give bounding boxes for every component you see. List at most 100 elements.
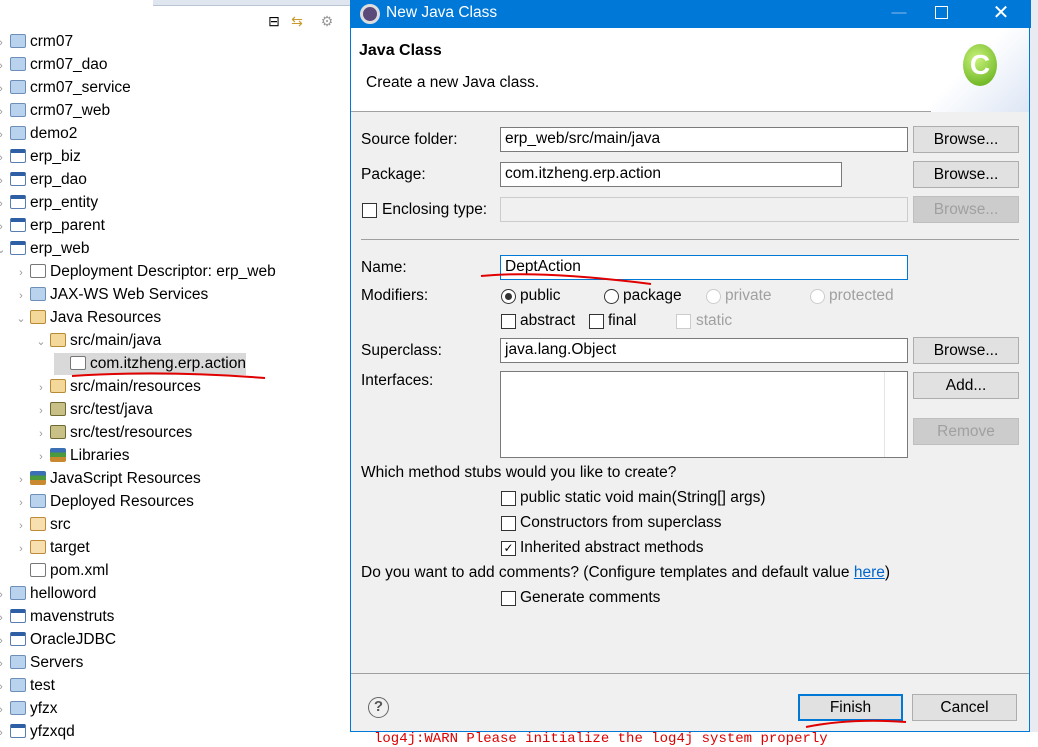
tree-item[interactable]: › crm07_service: [0, 77, 131, 99]
tree-item[interactable]: › erp_biz: [0, 146, 81, 168]
constructors-stub-checkbox[interactable]: [501, 516, 516, 531]
main-stub-checkbox[interactable]: [501, 491, 516, 506]
chevron-right-icon[interactable]: ›: [14, 492, 28, 514]
tree-item[interactable]: ⌄ erp_web: [0, 238, 89, 260]
enclosing-type-input[interactable]: [500, 197, 908, 222]
tree-item[interactable]: › Libraries: [34, 445, 129, 467]
chevron-right-icon[interactable]: ›: [34, 400, 48, 422]
tree-item[interactable]: › src/test/java: [34, 399, 153, 421]
remove-interface-button[interactable]: Remove: [913, 418, 1019, 445]
interfaces-list[interactable]: [500, 371, 908, 458]
generate-comments-checkbox[interactable]: [501, 591, 516, 606]
chevron-right-icon[interactable]: ›: [0, 170, 8, 192]
chevron-down-icon[interactable]: ⌄: [0, 239, 8, 261]
source-folder-input[interactable]: erp_web/src/main/java: [500, 127, 908, 152]
chevron-right-icon[interactable]: ›: [0, 193, 8, 215]
chevron-right-icon[interactable]: ›: [34, 423, 48, 445]
enclosing-type-browse-button[interactable]: Browse...: [913, 196, 1019, 223]
chevron-right-icon[interactable]: ›: [0, 147, 8, 169]
tree-item[interactable]: › helloword: [0, 583, 96, 605]
tree-item[interactable]: › crm07_web: [0, 100, 110, 122]
add-interface-button[interactable]: Add...: [913, 372, 1019, 399]
private-radio[interactable]: [706, 289, 721, 304]
tree-item[interactable]: › demo2: [0, 123, 77, 145]
chevron-right-icon[interactable]: ›: [0, 55, 8, 77]
filter-icon[interactable]: ⚙: [318, 12, 336, 30]
tree-item[interactable]: › OracleJDBC: [0, 629, 116, 651]
tree-item[interactable]: › yfzx: [0, 698, 58, 720]
chevron-right-icon[interactable]: ›: [14, 538, 28, 560]
tree-item[interactable]: › erp_entity: [0, 192, 98, 214]
chevron-right-icon[interactable]: ›: [14, 285, 28, 307]
chevron-right-icon[interactable]: ›: [0, 124, 8, 146]
configure-templates-link[interactable]: here: [854, 564, 885, 581]
abstract-checkbox[interactable]: [501, 314, 516, 329]
superclass-browse-button[interactable]: Browse...: [913, 337, 1019, 364]
tree-item[interactable]: pom.xml: [14, 560, 109, 582]
chevron-right-icon[interactable]: ›: [0, 101, 8, 123]
close-button[interactable]: ✕: [981, 0, 1021, 28]
tree-item[interactable]: › crm07: [0, 31, 73, 53]
tree-item[interactable]: › JavaScript Resources: [14, 468, 201, 490]
final-checkbox[interactable]: [589, 314, 604, 329]
tree-item[interactable]: › crm07_dao: [0, 54, 108, 76]
chevron-down-icon[interactable]: ⌄: [14, 308, 28, 330]
tree-item[interactable]: › erp_dao: [0, 169, 87, 191]
collapse-all-icon[interactable]: ⊟: [265, 12, 283, 30]
chevron-right-icon[interactable]: ›: [0, 216, 8, 238]
chevron-down-icon[interactable]: ⌄: [34, 331, 48, 353]
chevron-right-icon[interactable]: ›: [0, 630, 8, 652]
private-label: private: [725, 287, 772, 304]
static-checkbox[interactable]: [676, 314, 691, 329]
package-input[interactable]: com.itzheng.erp.action: [500, 162, 842, 187]
superclass-input[interactable]: java.lang.Object: [500, 338, 908, 363]
chevron-right-icon[interactable]: ›: [14, 262, 28, 284]
tree-item-label: test: [30, 677, 55, 694]
protected-radio[interactable]: [810, 289, 825, 304]
enclosing-type-checkbox[interactable]: [362, 203, 377, 218]
chevron-right-icon[interactable]: ›: [0, 584, 8, 606]
deployed-resources-icon: [30, 494, 46, 508]
tree-item[interactable]: › Servers: [0, 652, 83, 674]
tree-item[interactable]: › yfzxqd: [0, 721, 75, 743]
chevron-right-icon[interactable]: ›: [0, 699, 8, 721]
tree-item[interactable]: › Deployment Descriptor: erp_web: [14, 261, 276, 283]
tree-item-label: crm07_web: [30, 102, 111, 119]
cancel-button[interactable]: Cancel: [912, 694, 1017, 721]
tree-item[interactable]: ⌄ Java Resources: [14, 307, 161, 329]
chevron-right-icon[interactable]: ›: [34, 446, 48, 468]
folder-project-icon: [10, 80, 26, 94]
chevron-right-icon[interactable]: ›: [0, 607, 8, 629]
chevron-right-icon[interactable]: ›: [0, 676, 8, 698]
maven-project-icon: [10, 149, 26, 163]
chevron-right-icon[interactable]: ›: [14, 515, 28, 537]
chevron-right-icon[interactable]: ›: [14, 469, 28, 491]
tree-item[interactable]: › test: [0, 675, 55, 697]
libraries-icon: [30, 471, 46, 485]
source-folder-browse-button[interactable]: Browse...: [913, 126, 1019, 153]
public-label: public: [520, 287, 561, 304]
chevron-right-icon[interactable]: ›: [0, 32, 8, 54]
tree-item[interactable]: › mavenstruts: [0, 606, 114, 628]
link-with-editor-icon[interactable]: ⇆: [288, 12, 306, 30]
chevron-right-icon[interactable]: ›: [34, 377, 48, 399]
package-radio[interactable]: [604, 289, 619, 304]
minimize-button[interactable]: —: [876, 0, 922, 28]
tree-item[interactable]: › erp_parent: [0, 215, 105, 237]
tree-item-label: JavaScript Resources: [50, 470, 201, 487]
public-radio[interactable]: [501, 289, 516, 304]
inherited-stub-checkbox[interactable]: ✓: [501, 541, 516, 556]
tree-item[interactable]: › target: [14, 537, 89, 560]
tree-item[interactable]: › src/test/resources: [34, 422, 192, 444]
finish-button[interactable]: Finish: [798, 694, 903, 721]
help-icon[interactable]: ?: [368, 697, 389, 718]
chevron-right-icon[interactable]: ›: [0, 653, 8, 675]
chevron-right-icon[interactable]: ›: [0, 722, 8, 744]
chevron-right-icon[interactable]: ›: [0, 78, 8, 100]
maximize-button[interactable]: [935, 6, 948, 19]
tree-item[interactable]: › Deployed Resources: [14, 491, 194, 513]
tree-item[interactable]: ⌄ src/main/java: [34, 330, 161, 352]
tree-item[interactable]: › JAX-WS Web Services: [14, 284, 208, 306]
tree-item[interactable]: › src: [14, 514, 71, 536]
package-browse-button[interactable]: Browse...: [913, 161, 1019, 188]
